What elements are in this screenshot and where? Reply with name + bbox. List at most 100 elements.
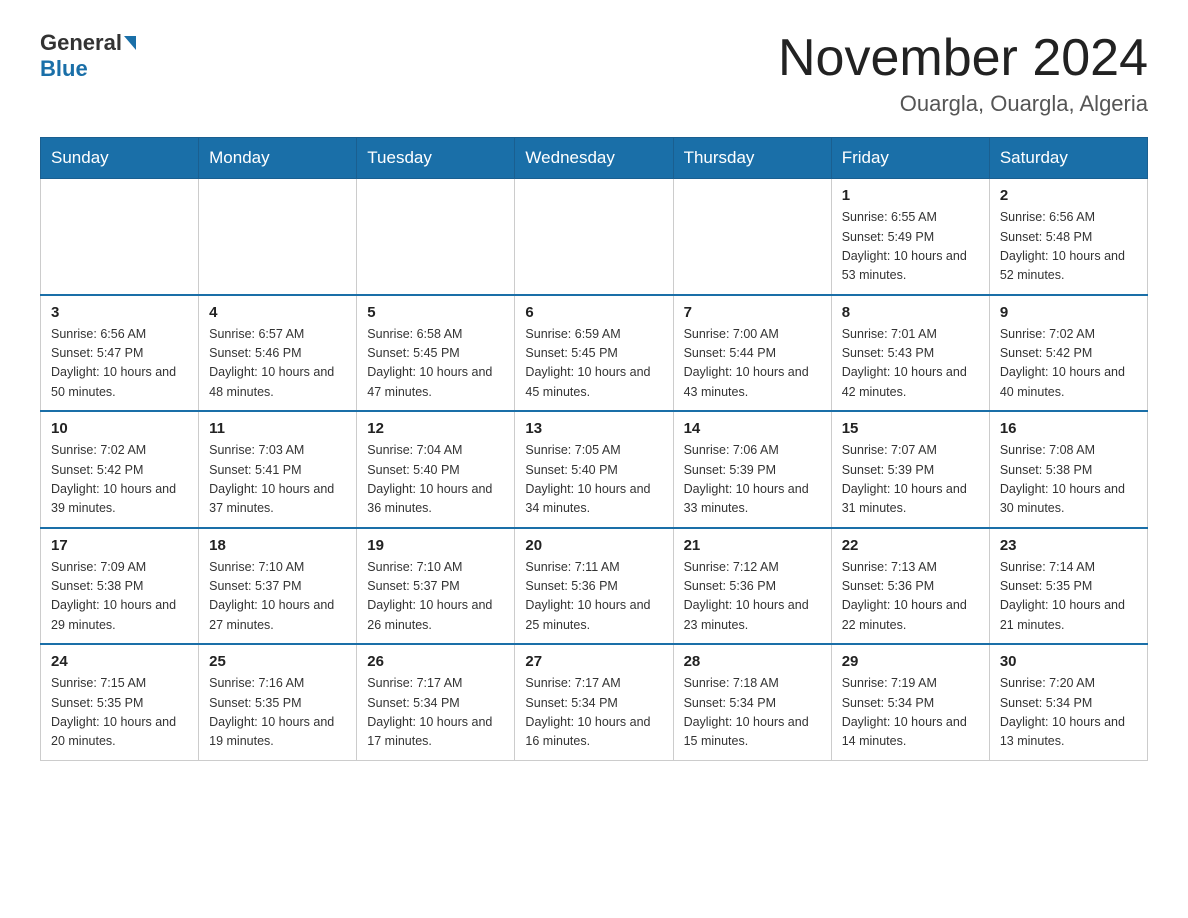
logo: General Blue bbox=[40, 30, 138, 82]
day-info: Sunrise: 7:17 AM Sunset: 5:34 PM Dayligh… bbox=[525, 674, 662, 752]
week-row-2: 3Sunrise: 6:56 AM Sunset: 5:47 PM Daylig… bbox=[41, 295, 1148, 412]
day-number: 12 bbox=[367, 420, 504, 437]
calendar-cell: 2Sunrise: 6:56 AM Sunset: 5:48 PM Daylig… bbox=[989, 179, 1147, 295]
calendar-cell: 17 Sunrise: 7:09 AM Sunset: 5:38 PM Dayli… bbox=[41, 528, 199, 645]
day-info: Sunrise: 7:14 AM Sunset: 5:35 PM Dayligh… bbox=[1000, 558, 1137, 636]
weekday-header-thursday: Thursday bbox=[673, 138, 831, 179]
calendar-cell: 11 Sunrise: 7:03 AM Sunset: 5:41 PM Dayli… bbox=[199, 411, 357, 528]
calendar-cell: 18Sunrise: 7:10 AM Sunset: 5:37 PM Dayli… bbox=[199, 528, 357, 645]
logo-general-text: General bbox=[40, 30, 122, 56]
calendar-cell: 22 Sunrise: 7:13 AM Sunset: 5:36 PM Dayli… bbox=[831, 528, 989, 645]
logo-blue-text: Blue bbox=[40, 56, 88, 82]
week-row-3: 10 Sunrise: 7:02 AM Sunset: 5:42 PM Dayli… bbox=[41, 411, 1148, 528]
calendar-cell: 4Sunrise: 6:57 AM Sunset: 5:46 PM Daylig… bbox=[199, 295, 357, 412]
day-number: 13 bbox=[525, 420, 662, 437]
calendar-cell: 29 Sunrise: 7:19 AM Sunset: 5:34 PM Dayli… bbox=[831, 644, 989, 760]
calendar-cell bbox=[673, 179, 831, 295]
weekday-header-saturday: Saturday bbox=[989, 138, 1147, 179]
calendar-cell bbox=[515, 179, 673, 295]
day-number: 1 bbox=[842, 187, 979, 204]
day-info: Sunrise: 7:03 AM Sunset: 5:41 PM Dayligh… bbox=[209, 441, 346, 519]
day-number: 26 bbox=[367, 653, 504, 670]
day-info: Sunrise: 7:20 AM Sunset: 5:34 PM Dayligh… bbox=[1000, 674, 1137, 752]
day-number: 4 bbox=[209, 304, 346, 321]
calendar-cell: 27 Sunrise: 7:17 AM Sunset: 5:34 PM Dayli… bbox=[515, 644, 673, 760]
day-number: 9 bbox=[1000, 304, 1137, 321]
day-number: 30 bbox=[1000, 653, 1137, 670]
day-number: 6 bbox=[525, 304, 662, 321]
calendar-cell bbox=[357, 179, 515, 295]
calendar-cell: 19 Sunrise: 7:10 AM Sunset: 5:37 PM Dayli… bbox=[357, 528, 515, 645]
day-info: Sunrise: 6:58 AM Sunset: 5:45 PM Dayligh… bbox=[367, 325, 504, 403]
location: Ouargla, Ouargla, Algeria bbox=[778, 91, 1148, 117]
week-row-5: 24 Sunrise: 7:15 AM Sunset: 5:35 PM Dayli… bbox=[41, 644, 1148, 760]
day-info: Sunrise: 7:12 AM Sunset: 5:36 PM Dayligh… bbox=[684, 558, 821, 636]
day-number: 27 bbox=[525, 653, 662, 670]
day-number: 19 bbox=[367, 537, 504, 554]
calendar-cell: 3Sunrise: 6:56 AM Sunset: 5:47 PM Daylig… bbox=[41, 295, 199, 412]
calendar-cell: 5 Sunrise: 6:58 AM Sunset: 5:45 PM Daylig… bbox=[357, 295, 515, 412]
day-info: Sunrise: 7:08 AM Sunset: 5:38 PM Dayligh… bbox=[1000, 441, 1137, 519]
month-title: November 2024 bbox=[778, 30, 1148, 87]
day-number: 10 bbox=[51, 420, 188, 437]
calendar-cell: 24 Sunrise: 7:15 AM Sunset: 5:35 PM Dayli… bbox=[41, 644, 199, 760]
week-row-1: 1 Sunrise: 6:55 AM Sunset: 5:49 PM Daylig… bbox=[41, 179, 1148, 295]
calendar-cell: 1 Sunrise: 6:55 AM Sunset: 5:49 PM Daylig… bbox=[831, 179, 989, 295]
calendar-cell: 25Sunrise: 7:16 AM Sunset: 5:35 PM Dayli… bbox=[199, 644, 357, 760]
day-info: Sunrise: 7:19 AM Sunset: 5:34 PM Dayligh… bbox=[842, 674, 979, 752]
weekday-header-row: SundayMondayTuesdayWednesdayThursdayFrid… bbox=[41, 138, 1148, 179]
day-number: 14 bbox=[684, 420, 821, 437]
calendar-cell bbox=[41, 179, 199, 295]
page-header: General Blue November 2024 Ouargla, Ouar… bbox=[40, 30, 1148, 117]
day-info: Sunrise: 7:02 AM Sunset: 5:42 PM Dayligh… bbox=[51, 441, 188, 519]
day-number: 28 bbox=[684, 653, 821, 670]
day-info: Sunrise: 7:18 AM Sunset: 5:34 PM Dayligh… bbox=[684, 674, 821, 752]
day-info: Sunrise: 7:17 AM Sunset: 5:34 PM Dayligh… bbox=[367, 674, 504, 752]
day-info: Sunrise: 7:15 AM Sunset: 5:35 PM Dayligh… bbox=[51, 674, 188, 752]
calendar-cell: 14 Sunrise: 7:06 AM Sunset: 5:39 PM Dayli… bbox=[673, 411, 831, 528]
day-number: 17 bbox=[51, 537, 188, 554]
weekday-header-friday: Friday bbox=[831, 138, 989, 179]
calendar-cell: 21 Sunrise: 7:12 AM Sunset: 5:36 PM Dayli… bbox=[673, 528, 831, 645]
day-info: Sunrise: 7:06 AM Sunset: 5:39 PM Dayligh… bbox=[684, 441, 821, 519]
day-number: 5 bbox=[367, 304, 504, 321]
calendar-cell: 23 Sunrise: 7:14 AM Sunset: 5:35 PM Dayli… bbox=[989, 528, 1147, 645]
day-info: Sunrise: 7:11 AM Sunset: 5:36 PM Dayligh… bbox=[525, 558, 662, 636]
day-number: 8 bbox=[842, 304, 979, 321]
day-number: 24 bbox=[51, 653, 188, 670]
day-number: 20 bbox=[525, 537, 662, 554]
calendar-cell: 30 Sunrise: 7:20 AM Sunset: 5:34 PM Dayli… bbox=[989, 644, 1147, 760]
day-info: Sunrise: 7:02 AM Sunset: 5:42 PM Dayligh… bbox=[1000, 325, 1137, 403]
day-number: 16 bbox=[1000, 420, 1137, 437]
day-info: Sunrise: 6:55 AM Sunset: 5:49 PM Dayligh… bbox=[842, 208, 979, 286]
calendar-cell: 9 Sunrise: 7:02 AM Sunset: 5:42 PM Daylig… bbox=[989, 295, 1147, 412]
day-number: 7 bbox=[684, 304, 821, 321]
calendar-table: SundayMondayTuesdayWednesdayThursdayFrid… bbox=[40, 137, 1148, 761]
day-info: Sunrise: 7:05 AM Sunset: 5:40 PM Dayligh… bbox=[525, 441, 662, 519]
day-info: Sunrise: 7:07 AM Sunset: 5:39 PM Dayligh… bbox=[842, 441, 979, 519]
day-number: 22 bbox=[842, 537, 979, 554]
day-info: Sunrise: 7:10 AM Sunset: 5:37 PM Dayligh… bbox=[367, 558, 504, 636]
calendar-cell: 7Sunrise: 7:00 AM Sunset: 5:44 PM Daylig… bbox=[673, 295, 831, 412]
calendar-cell: 20 Sunrise: 7:11 AM Sunset: 5:36 PM Dayli… bbox=[515, 528, 673, 645]
day-number: 23 bbox=[1000, 537, 1137, 554]
calendar-cell: 13 Sunrise: 7:05 AM Sunset: 5:40 PM Dayli… bbox=[515, 411, 673, 528]
day-number: 11 bbox=[209, 420, 346, 437]
calendar-cell: 16 Sunrise: 7:08 AM Sunset: 5:38 PM Dayli… bbox=[989, 411, 1147, 528]
day-info: Sunrise: 6:56 AM Sunset: 5:48 PM Dayligh… bbox=[1000, 208, 1137, 286]
day-info: Sunrise: 7:09 AM Sunset: 5:38 PM Dayligh… bbox=[51, 558, 188, 636]
week-row-4: 17 Sunrise: 7:09 AM Sunset: 5:38 PM Dayli… bbox=[41, 528, 1148, 645]
weekday-header-sunday: Sunday bbox=[41, 138, 199, 179]
day-number: 15 bbox=[842, 420, 979, 437]
day-info: Sunrise: 7:13 AM Sunset: 5:36 PM Dayligh… bbox=[842, 558, 979, 636]
day-info: Sunrise: 7:01 AM Sunset: 5:43 PM Dayligh… bbox=[842, 325, 979, 403]
day-info: Sunrise: 6:59 AM Sunset: 5:45 PM Dayligh… bbox=[525, 325, 662, 403]
calendar-cell: 15 Sunrise: 7:07 AM Sunset: 5:39 PM Dayli… bbox=[831, 411, 989, 528]
day-number: 29 bbox=[842, 653, 979, 670]
title-block: November 2024 Ouargla, Ouargla, Algeria bbox=[778, 30, 1148, 117]
calendar-cell: 10 Sunrise: 7:02 AM Sunset: 5:42 PM Dayli… bbox=[41, 411, 199, 528]
day-number: 21 bbox=[684, 537, 821, 554]
calendar-cell: 8 Sunrise: 7:01 AM Sunset: 5:43 PM Daylig… bbox=[831, 295, 989, 412]
calendar-cell: 12Sunrise: 7:04 AM Sunset: 5:40 PM Dayli… bbox=[357, 411, 515, 528]
logo-triangle-icon bbox=[124, 36, 136, 50]
